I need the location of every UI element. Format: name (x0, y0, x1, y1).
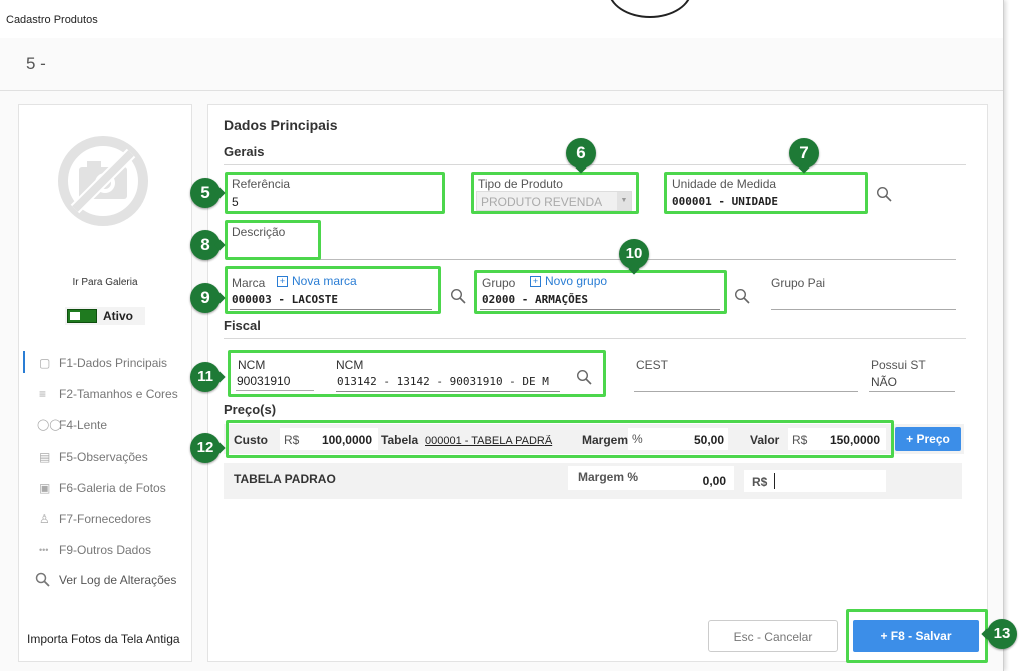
form-title: Dados Principais (224, 117, 338, 133)
nav-f7[interactable]: ♙ F7-Fornecedores (39, 512, 151, 526)
record-title: 5 - (26, 54, 46, 73)
text-cursor (774, 473, 775, 489)
badge-10: 10 (619, 239, 649, 269)
fiscal-divider (224, 338, 966, 339)
highlight-prices (226, 420, 894, 458)
badge-11: 11 (190, 362, 220, 392)
window-title: Cadastro Produtos (6, 14, 98, 26)
cest-label: CEST (636, 358, 669, 372)
import-photos-link[interactable]: Importa Fotos da Tela Antiga (27, 632, 180, 646)
list-icon: ≡ (39, 387, 47, 401)
highlight-referencia (225, 172, 445, 214)
title-bar: Cadastro Produtos (0, 0, 1003, 38)
camera-icon: ▣ (39, 481, 51, 495)
nav-log[interactable]: Ver Log de Alterações (35, 572, 176, 587)
table-name: TABELA PADRAO (234, 472, 336, 486)
nav-f4[interactable]: ◯◯ F4-Lente (37, 418, 107, 432)
possui-st-label: Possui ST (871, 358, 926, 372)
nav-f6[interactable]: ▣ F6-Galeria de Fotos (39, 481, 166, 495)
badge-7: 7 (789, 138, 819, 168)
highlight-unidade (664, 172, 868, 214)
active-indicator (23, 351, 25, 373)
glasses-icon: ◯◯ (37, 419, 62, 431)
highlight-ncm (228, 350, 606, 397)
search-icon (35, 572, 50, 587)
general-divider (224, 164, 966, 165)
badge-6: 6 (566, 138, 596, 168)
grupo-search-icon[interactable] (734, 288, 750, 304)
highlight-descricao (225, 220, 321, 260)
section-fiscal: Fiscal (224, 318, 261, 333)
add-price-button[interactable]: + Preço (895, 427, 961, 451)
toggle-switch[interactable] (67, 309, 97, 323)
dots-icon: ••• (39, 545, 49, 555)
nav-f1[interactable]: ▢ F1-Dados Principais (39, 356, 167, 370)
marca-search-icon[interactable] (450, 288, 466, 304)
section-general: Gerais (224, 144, 265, 159)
supplier-icon: ♙ (39, 512, 50, 526)
nav-f5[interactable]: ▤ F5-Observações (39, 450, 148, 464)
note-icon: ▤ (39, 450, 51, 464)
badge-8: 8 (190, 230, 220, 260)
no-photo-icon (58, 136, 148, 226)
badge-12: 12 (190, 433, 220, 463)
grupo-pai-label: Grupo Pai (771, 276, 826, 290)
product-window: Cadastro Produtos 5 - Ir Para Galeria At… (0, 0, 1004, 671)
nav-f9[interactable]: ••• F9-Outros Dados (39, 543, 151, 557)
table-margem-input[interactable]: Margem % 0,00 (568, 466, 734, 490)
sidebar: Ir Para Galeria Ativo ▢ F1-Dados Principa… (18, 104, 192, 662)
goto-gallery-link[interactable]: Ir Para Galeria (19, 277, 191, 288)
status-toggle[interactable]: Ativo (65, 307, 145, 325)
section-prices: Preço(s) (224, 402, 277, 417)
square-icon: ▢ (39, 356, 51, 370)
cancel-button[interactable]: Esc - Cancelar (708, 620, 838, 652)
unidade-search-icon[interactable] (876, 186, 892, 202)
nav-f2[interactable]: ≡ F2-Tamanhos e Cores (39, 387, 178, 401)
highlight-marca (225, 266, 441, 314)
highlight-save (846, 609, 988, 663)
record-header: 5 - (0, 38, 1003, 91)
possui-st-select[interactable]: NÃO (871, 375, 897, 389)
badge-9: 9 (190, 283, 220, 313)
badge-5: 5 (190, 178, 220, 208)
highlight-grupo (474, 270, 727, 314)
table-valor-input[interactable]: R$ (744, 470, 886, 492)
highlight-tipo (471, 172, 639, 214)
status-label: Ativo (103, 309, 133, 323)
badge-13: 13 (987, 619, 1017, 649)
